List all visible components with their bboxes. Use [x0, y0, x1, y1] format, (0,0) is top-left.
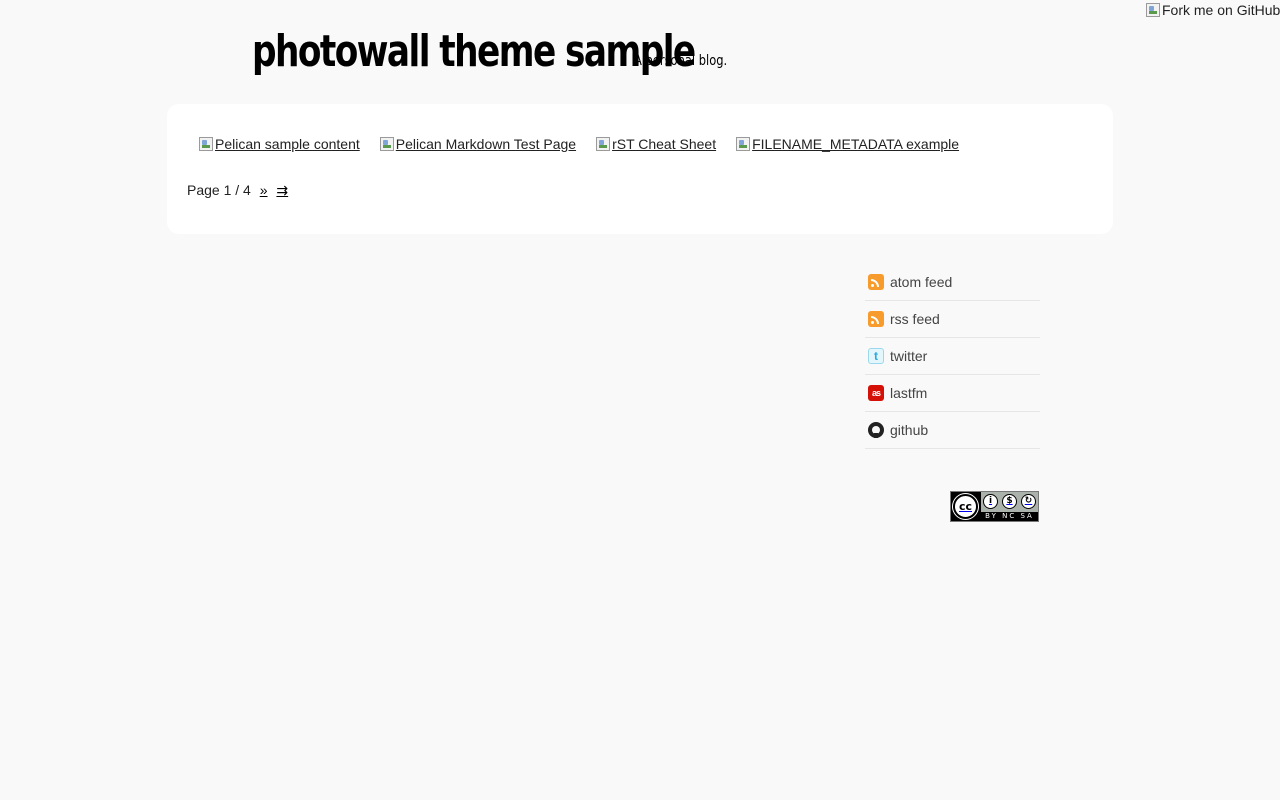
last-page-link[interactable]: ⇉ — [276, 182, 288, 198]
broken-image-icon — [596, 137, 611, 151]
sidebar-social-links: atom feed rss feed t twitter as lastfm g… — [865, 264, 1040, 449]
cc-license-terms: i $ ↻ BY NC SA — [981, 492, 1038, 521]
site-header: photowall theme sample A personal blog. — [252, 22, 820, 82]
github-icon — [868, 422, 884, 438]
cc-symbols: i $ ↻ — [981, 492, 1038, 509]
page-indicator: Page 1 / 4 — [187, 182, 251, 198]
broken-image-icon — [199, 137, 213, 151]
social-link-twitter[interactable]: t twitter — [865, 338, 1040, 375]
pagination: Page 1 / 4 » ⇉ — [187, 182, 288, 199]
social-link-atom-feed[interactable]: atom feed — [865, 264, 1040, 301]
social-link-lastfm[interactable]: as lastfm — [865, 375, 1040, 412]
lastfm-icon: as — [868, 385, 884, 401]
fork-me-on-github-ribbon[interactable]: Fork me on GitHub — [1146, 2, 1280, 20]
photo-alt-text: rST Cheat Sheet — [612, 136, 717, 152]
photo-alt-text: Pelican Markdown Test Page — [395, 136, 577, 152]
social-label: rss feed — [890, 311, 940, 327]
photo-wall-card: Pelican sample content Pelican Markdown T… — [167, 104, 1113, 234]
noncommercial-icon: $ — [1002, 494, 1017, 509]
rss-icon — [868, 274, 884, 290]
photo-link-filename-metadata-example[interactable]: FILENAME_METADATA example — [736, 136, 959, 152]
next-page-link[interactable]: » — [260, 182, 268, 198]
broken-image-icon — [379, 137, 394, 151]
photo-alt-text: FILENAME_METADATA example — [752, 136, 960, 152]
cc-badge-text: BY NC SA — [981, 512, 1038, 521]
attribution-icon: i — [983, 494, 998, 509]
sharealike-icon: ↻ — [1021, 494, 1036, 509]
social-label: lastfm — [890, 385, 928, 401]
broken-image-icon — [736, 137, 751, 151]
photo-link-pelican-markdown-test-page[interactable]: Pelican Markdown Test Page — [379, 136, 577, 152]
photo-link-pelican-sample-content[interactable]: Pelican sample content — [199, 136, 360, 152]
twitter-icon: t — [868, 348, 884, 364]
social-link-rss-feed[interactable]: rss feed — [865, 301, 1040, 338]
social-label: github — [890, 422, 929, 438]
broken-image-icon — [1146, 3, 1160, 17]
cc-logo-icon: cc — [953, 494, 978, 519]
rss-icon — [868, 311, 884, 327]
site-tagline: A personal blog. — [634, 53, 728, 69]
social-label: twitter — [890, 348, 928, 364]
photo-wall: Pelican sample content Pelican Markdown T… — [199, 136, 979, 152]
photo-alt-text: Pelican sample content — [215, 136, 360, 152]
site-title[interactable]: photowall theme sample — [252, 22, 696, 82]
fork-ribbon-alt-text: Fork me on GitHub — [1162, 2, 1280, 18]
social-label: atom feed — [890, 274, 953, 290]
photo-link-rst-cheat-sheet[interactable]: rST Cheat Sheet — [596, 136, 716, 152]
creative-commons-license-badge[interactable]: cc i $ ↻ BY NC SA — [950, 491, 1039, 522]
social-link-github[interactable]: github — [865, 412, 1040, 449]
